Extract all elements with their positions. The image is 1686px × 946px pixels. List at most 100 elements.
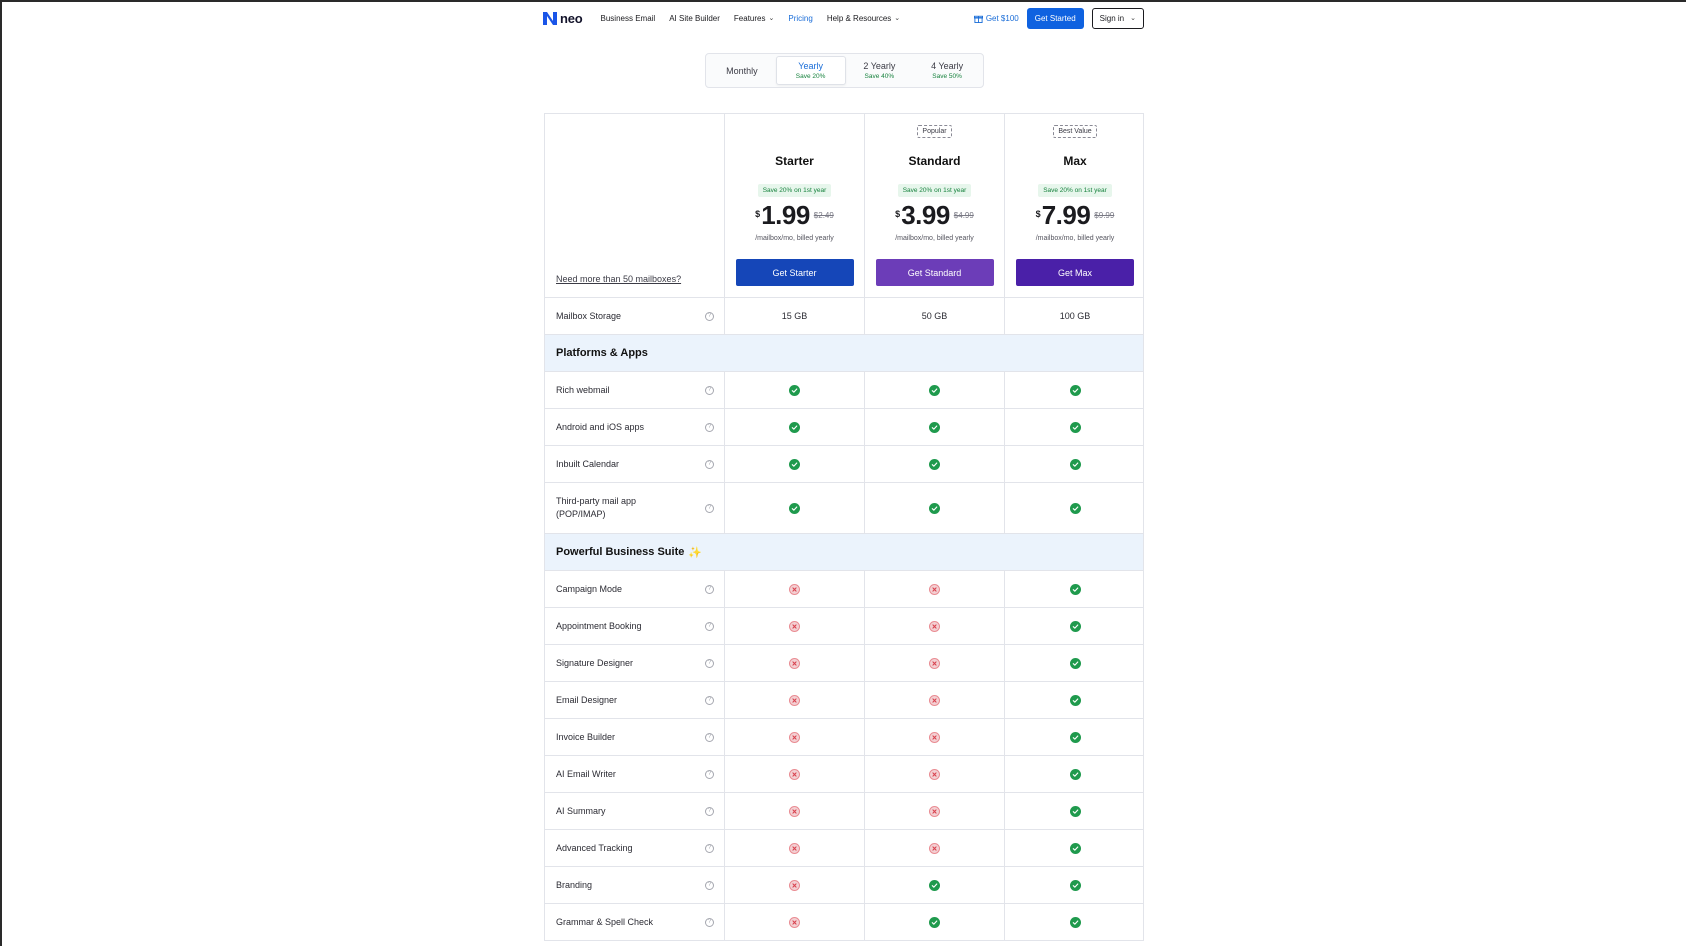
feature-value-cell	[725, 756, 865, 792]
top-navbar: neo Business Email AI Site Builder Feature…	[543, 7, 1144, 29]
feature-label: Third-party mail app (POP/IMAP)	[556, 496, 637, 519]
billing-option-label: Monthly	[726, 65, 758, 76]
sign-in-label: Sign in	[1099, 13, 1125, 23]
feature-value-cell	[725, 719, 865, 755]
check-icon	[1069, 805, 1081, 817]
table-row: AI Email Writer?	[545, 756, 1143, 793]
get-started-button[interactable]: Get Started	[1026, 7, 1084, 29]
check-icon	[1069, 502, 1081, 514]
feature-label: AI Email Writer	[556, 768, 616, 779]
feature-value-cell	[1005, 756, 1145, 792]
feature-value-cell	[725, 682, 865, 718]
feature-value-cell	[725, 645, 865, 681]
feature-value-cell	[1005, 409, 1145, 445]
feature-label: Grammar & Spell Check	[556, 916, 654, 927]
pricing-comparison-table: Need more than 50 mailboxes? Starter Save…	[544, 113, 1144, 941]
feature-value-cell	[725, 904, 865, 940]
chevron-down-icon: ⌄	[1130, 15, 1136, 22]
cross-icon	[789, 805, 800, 817]
feature-value-cell	[1005, 446, 1145, 482]
help-icon[interactable]: ?	[705, 843, 714, 853]
section-heading-powerful-business-suite: Powerful Business Suite ✨	[545, 534, 1143, 571]
nav-link-help-resources[interactable]: Help & Resources ⌄	[827, 14, 900, 23]
nav-link-features[interactable]: Features ⌄	[734, 14, 774, 23]
check-icon	[1069, 458, 1081, 470]
referral-label: Get $100	[985, 13, 1019, 23]
help-icon[interactable]: ?	[705, 311, 714, 321]
help-icon[interactable]: ?	[705, 584, 714, 594]
more-mailboxes-link[interactable]: Need more than 50 mailboxes?	[556, 274, 681, 284]
nav-link-business-email[interactable]: Business Email	[601, 14, 656, 23]
check-icon	[1069, 879, 1081, 891]
sign-in-button[interactable]: Sign in ⌄	[1091, 7, 1144, 29]
help-icon[interactable]: ?	[705, 459, 714, 469]
feature-label-cell: Advanced Tracking?	[545, 830, 725, 866]
billing-option-2-yearly[interactable]: 2 Yearly Save 40%	[846, 56, 914, 85]
feature-value-cell: 50 GB	[865, 298, 1005, 334]
section-title: Powerful Business Suite	[556, 546, 685, 558]
referral-link[interactable]: Get $100	[973, 13, 1019, 23]
billing-period-toggle: Monthly Yearly Save 20% 2 Yearly Save 40% 4 Y…	[705, 53, 984, 88]
help-icon[interactable]: ?	[705, 769, 714, 779]
plans-header: Need more than 50 mailboxes? Starter Save…	[545, 114, 1143, 298]
help-icon[interactable]: ?	[705, 695, 714, 705]
get-max-button[interactable]: Get Max	[1016, 259, 1134, 286]
plan-column-standard: Popular Standard Save 20% on 1st year $3.99…	[865, 114, 1005, 297]
table-row: Invoice Builder?	[545, 719, 1143, 756]
table-row: Inbuilt Calendar?	[545, 446, 1143, 483]
feature-label: Advanced Tracking	[556, 842, 633, 853]
check-icon	[929, 916, 940, 928]
feature-label-cell: Invoice Builder?	[545, 719, 725, 755]
billing-option-4-yearly[interactable]: 4 Yearly Save 50%	[913, 56, 981, 85]
help-icon[interactable]: ?	[705, 621, 714, 631]
cross-icon	[929, 805, 940, 817]
help-icon[interactable]: ?	[705, 385, 714, 395]
feature-value-cell	[1005, 372, 1145, 408]
get-standard-button[interactable]: Get Standard	[875, 259, 994, 286]
cross-icon	[929, 583, 940, 595]
feature-value-cell	[865, 867, 1005, 903]
billing-option-yearly[interactable]: Yearly Save 20%	[775, 56, 846, 85]
help-icon[interactable]: ?	[705, 422, 714, 432]
check-icon	[789, 421, 800, 433]
nav-actions: Get $100 Get Started Sign in ⌄	[973, 7, 1144, 29]
feature-value-cell	[865, 483, 1005, 533]
help-icon[interactable]: ?	[705, 917, 714, 927]
plan-name: Max	[1063, 154, 1087, 168]
check-icon	[1069, 768, 1081, 780]
check-icon	[1069, 657, 1081, 669]
plan-name: Standard	[908, 154, 961, 168]
feature-value-cell	[865, 830, 1005, 866]
check-icon	[789, 458, 800, 470]
section-heading-platforms-apps: Platforms & Apps	[545, 335, 1143, 372]
get-starter-button[interactable]: Get Starter	[735, 259, 854, 286]
feature-value-cell	[725, 867, 865, 903]
feature-label-cell: Mailbox Storage?	[545, 298, 725, 334]
nav-link-label: Pricing	[788, 13, 813, 23]
neo-logo[interactable]: neo	[543, 11, 583, 26]
feature-value-cell	[1005, 483, 1145, 533]
plan-billing-note: /mailbox/mo, billed yearly	[755, 235, 834, 242]
check-icon	[929, 458, 940, 470]
cross-icon	[789, 731, 800, 743]
help-icon[interactable]: ?	[705, 658, 714, 668]
billing-option-savings: Save 40%	[864, 73, 895, 80]
price-amount: 7.99	[1041, 200, 1091, 230]
feature-value-cell	[865, 571, 1005, 607]
billing-option-monthly[interactable]: Monthly	[708, 56, 776, 85]
feature-value-cell	[1005, 571, 1145, 607]
help-icon[interactable]: ?	[705, 732, 714, 742]
check-icon	[1069, 916, 1081, 928]
nav-link-pricing[interactable]: Pricing	[788, 14, 812, 23]
feature-value-cell	[865, 409, 1005, 445]
feature-value-cell	[865, 756, 1005, 792]
billing-option-label: 2 Yearly	[863, 61, 896, 71]
feature-value-cell	[725, 793, 865, 829]
nav-link-ai-site-builder[interactable]: AI Site Builder	[669, 14, 720, 23]
cross-icon	[929, 842, 940, 854]
help-icon[interactable]: ?	[705, 806, 714, 816]
help-icon[interactable]: ?	[705, 880, 714, 890]
sparkle-icon: ✨	[688, 546, 703, 559]
check-icon	[929, 879, 940, 891]
help-icon[interactable]: ?	[705, 503, 714, 513]
